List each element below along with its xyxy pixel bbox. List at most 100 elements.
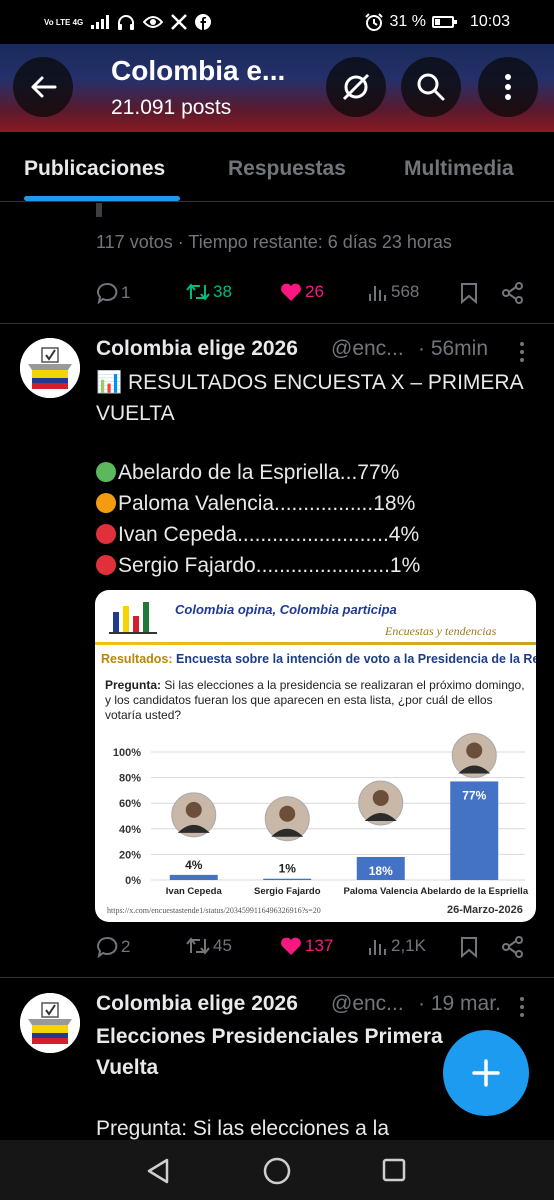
candidate-photo-head — [372, 789, 389, 806]
repost-button[interactable]: 38 — [186, 282, 232, 302]
author-handle[interactable]: @enc... — [331, 337, 404, 361]
nav-recents-icon[interactable] — [382, 1158, 406, 1182]
post-divider — [0, 323, 554, 324]
tab-respuestas[interactable]: Respuestas — [228, 157, 346, 181]
circle-emoji-icon — [96, 462, 116, 482]
poll-post-actions: 1 38 26 568 — [0, 282, 554, 312]
reply-icon — [97, 936, 118, 958]
bar-logo-icon — [109, 602, 157, 634]
tab-multimedia[interactable]: Multimedia — [404, 157, 514, 181]
post-menu-button[interactable] — [512, 340, 532, 364]
reply-count: 2 — [121, 937, 131, 956]
bookmark-button[interactable] — [460, 936, 478, 958]
card-band — [95, 642, 536, 645]
active-tab-indicator — [24, 196, 180, 201]
resultados-label: Resultados: — [101, 652, 173, 666]
repost-button[interactable]: 45 — [186, 936, 232, 956]
pregunta-label: Pregunta: — [105, 678, 162, 692]
y-tick-label: 60% — [119, 798, 141, 810]
candidate-photo-head — [466, 742, 483, 759]
views-icon — [369, 286, 386, 301]
arrow-left-icon — [31, 76, 57, 98]
chart-emoji-icon: 📊 — [96, 371, 123, 394]
repost-count: 38 — [213, 282, 232, 301]
views-button[interactable]: 568 — [368, 282, 419, 302]
eye-icon — [143, 16, 164, 28]
view-count: 568 — [391, 282, 420, 301]
author-name[interactable]: Colombia elige 2026 — [96, 337, 298, 361]
status-bar: Vo LTE 4G 31 % 10:03 — [0, 0, 554, 44]
candidate-text: Abelardo de la Espriella...77% — [118, 461, 400, 484]
post-headline: RESULTADOS ENCUESTA X – PRIMERA VUELTA — [96, 371, 523, 425]
search-button[interactable] — [401, 57, 461, 117]
bookmark-button[interactable] — [460, 282, 478, 304]
ballot-box-icon — [20, 993, 80, 1053]
share-button[interactable] — [502, 282, 524, 304]
post-time[interactable]: · 19 mar. — [418, 992, 501, 1016]
nav-back-icon[interactable] — [145, 1158, 171, 1184]
avatar[interactable] — [20, 993, 80, 1053]
share-icon — [502, 282, 523, 304]
battery-percent: 31 % — [389, 13, 426, 30]
compose-button[interactable] — [443, 1030, 529, 1116]
card-resultados: Resultados: Encuesta sobre la intención … — [101, 652, 536, 666]
battery-icon — [431, 16, 457, 28]
y-tick-label: 20% — [119, 849, 141, 861]
x-tick-label: Sergio Fajardo — [254, 886, 321, 897]
author-handle[interactable]: @enc... — [331, 992, 404, 1016]
post-menu-button[interactable] — [512, 995, 532, 1019]
x-logo-icon — [171, 14, 188, 30]
grok-button[interactable] — [326, 57, 386, 117]
y-tick-label: 0% — [125, 875, 141, 887]
y-tick-label: 80% — [119, 773, 141, 785]
circle-emoji-icon — [96, 524, 116, 544]
reply-icon — [97, 282, 118, 304]
facebook-icon — [195, 14, 212, 30]
like-button[interactable]: 137 — [280, 936, 333, 956]
resultados-text: Encuesta sobre la intención de voto a la… — [176, 652, 536, 666]
candidate-text: Sergio Fajardo.......................1% — [118, 554, 421, 577]
author-name[interactable]: Colombia elige 2026 — [96, 992, 298, 1016]
more-button[interactable] — [478, 57, 538, 117]
plus-icon — [472, 1059, 500, 1087]
nav-home-icon[interactable] — [263, 1157, 291, 1185]
posts-count: 21.091 posts — [111, 96, 232, 119]
tab-publicaciones[interactable]: Publicaciones — [24, 157, 165, 181]
signal-icon — [91, 15, 110, 29]
post-text: 📊 RESULTADOS ENCUESTA X – PRIMERA VUELTA — [96, 367, 536, 429]
network-indicator: Vo LTE 4G — [44, 17, 84, 27]
candidate-line: Ivan Cepeda..........................4% — [96, 519, 536, 550]
reply-button[interactable]: 1 — [96, 282, 130, 304]
card-opina: Colombia opina, Colombia participa — [175, 602, 397, 617]
like-button[interactable]: 26 — [280, 282, 324, 302]
post1-actions: 2 45 137 2,1K — [0, 936, 554, 966]
heart-icon — [281, 937, 301, 955]
reply-button[interactable]: 2 — [96, 936, 130, 958]
vote-intention-chart: 0% 20% 40% 60% 80% 100% 4% Ivan Cepeda 1% Sergio … — [113, 732, 529, 897]
reply-count: 1 — [121, 283, 131, 302]
post-time[interactable]: · 56min — [418, 337, 488, 361]
profile-header: Colombia e... 21.091 posts — [0, 44, 554, 132]
survey-image-card[interactable]: Colombia opina, Colombia participa Encue… — [95, 590, 536, 922]
pregunta-text: Si las elecciones a la presidencia se re… — [105, 678, 525, 722]
more-vertical-icon — [520, 342, 524, 362]
share-button[interactable] — [502, 936, 524, 958]
repost-count: 45 — [213, 936, 232, 955]
card-date: 26-Marzo-2026 — [447, 904, 523, 916]
x-tick-label: Ivan Cepeda — [166, 886, 223, 897]
x-tick-label: Abelardo de la Espriella — [420, 886, 528, 897]
views-button[interactable]: 2,1K — [368, 936, 426, 956]
heart-icon — [281, 283, 301, 301]
repost-icon — [186, 283, 210, 301]
poll-meta: 117 votos · Tiempo restante: 6 días 23 h… — [96, 232, 452, 252]
back-button[interactable] — [13, 57, 73, 117]
bar — [169, 874, 218, 880]
candidate-line: Paloma Valencia.................18% — [96, 488, 536, 519]
card-pregunta: Pregunta: Si las elecciones a la preside… — [105, 678, 530, 723]
post-title: Elecciones Presidenciales Primera Vuelta — [96, 1025, 443, 1079]
avatar[interactable] — [20, 338, 80, 398]
more-vertical-icon — [505, 74, 511, 100]
data-label: 1% — [279, 862, 297, 876]
candidate-photo-head — [279, 805, 296, 822]
bookmark-icon — [461, 283, 477, 304]
